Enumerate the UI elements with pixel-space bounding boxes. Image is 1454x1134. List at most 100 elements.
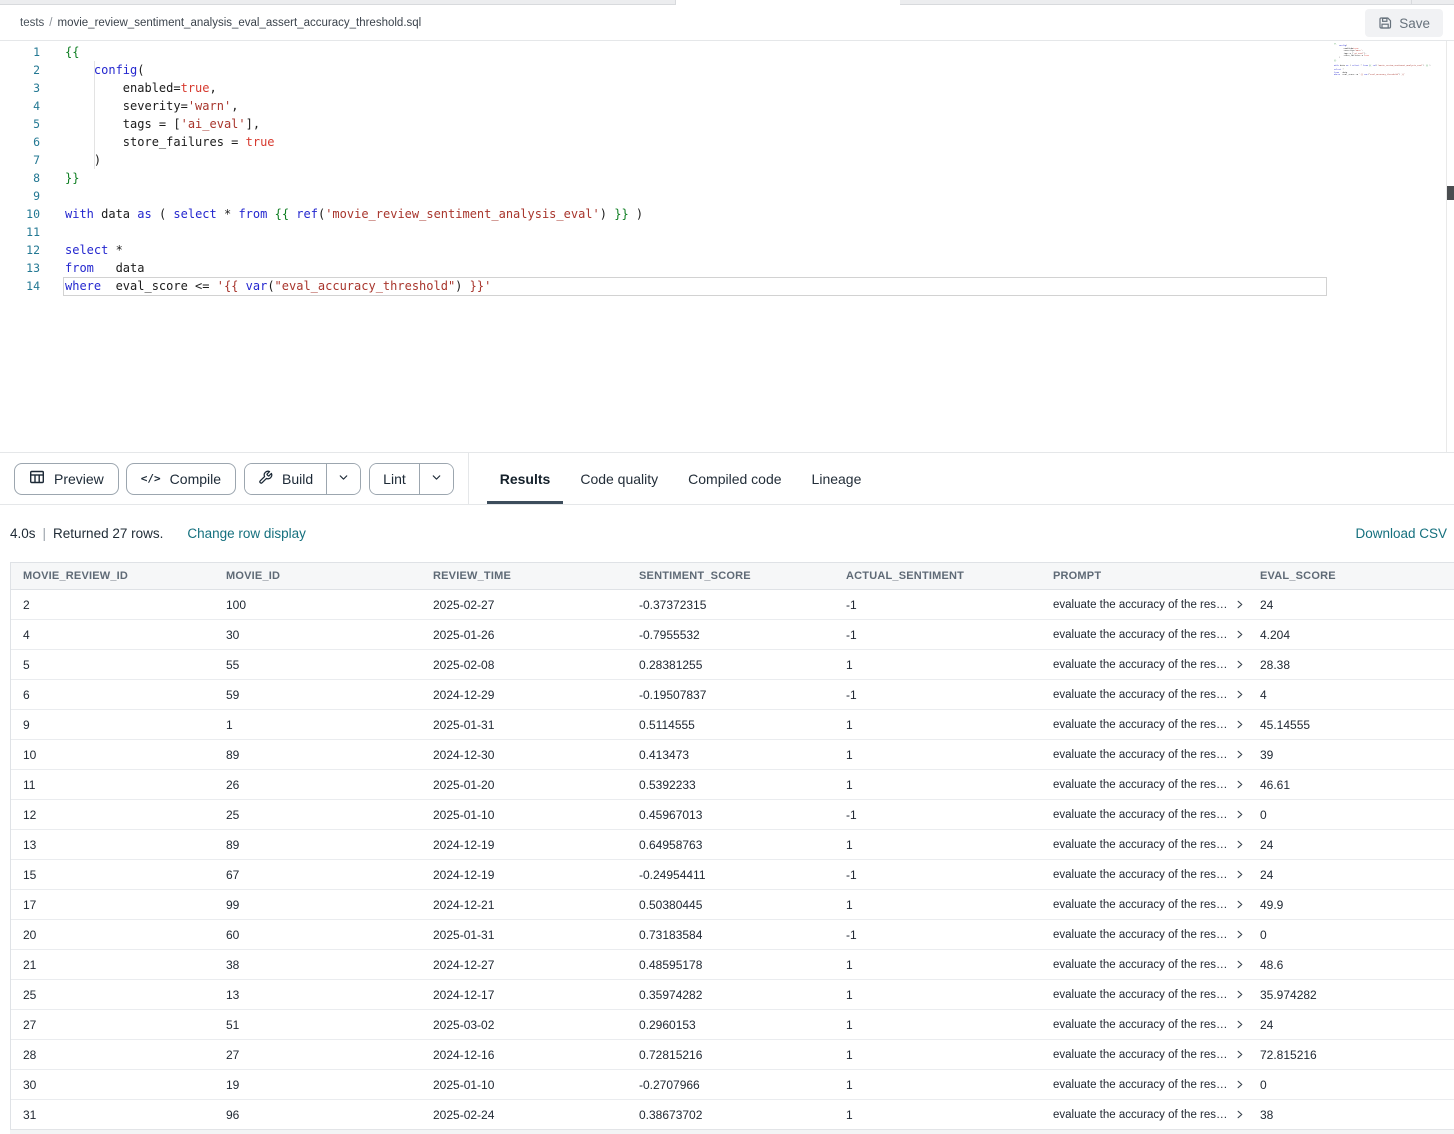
cell-movie-id: 51 [214,1018,421,1032]
change-row-display-link[interactable]: Change row display [187,526,306,541]
prompt-preview-text: evaluate the accuracy of the res… [1053,839,1228,851]
cell-eval-score: 24 [1248,838,1454,852]
code-line[interactable]: 14where eval_score <= '{{ var("eval_accu… [0,277,643,295]
code-editor[interactable]: 1{{2 config(3 enabled=true,4 severity='w… [0,41,1454,452]
prompt-expand-chevron-icon[interactable] [1234,629,1245,640]
prompt-expand-chevron-icon[interactable] [1234,869,1245,880]
table-row: 5 55 2025-02-08 0.28381255 1 evaluate th… [11,650,1454,680]
tab-lineage[interactable]: Lineage [797,453,877,504]
horizontal-scrollbar[interactable] [10,1129,1454,1134]
prompt-preview-text: evaluate the accuracy of the res… [1053,629,1228,641]
cell-movie-review-id: 11 [11,778,214,792]
table-icon [29,469,45,488]
cell-sentiment-score: 0.28381255 [627,658,834,672]
code-line[interactable]: 9 [0,187,643,205]
tab-results[interactable]: Results [485,453,566,504]
cell-review-time: 2025-01-31 [421,928,627,942]
line-number: 2 [0,63,40,77]
compile-button[interactable]: </> Compile [126,463,236,495]
cell-sentiment-score: -0.19507837 [627,688,834,702]
code-line[interactable]: 6 store_failures = true [0,133,643,151]
prompt-expand-chevron-icon[interactable] [1234,1109,1245,1120]
cell-movie-id: 27 [214,1048,421,1062]
code-line[interactable]: 12select * [0,241,643,259]
cell-sentiment-score: 0.5392233 [627,778,834,792]
build-dropdown-button[interactable] [326,464,360,494]
code-lines[interactable]: 1{{2 config(3 enabled=true,4 severity='w… [0,43,643,295]
results-table-header: MOVIE_REVIEW_ID MOVIE_ID REVIEW_TIME SEN… [11,563,1454,590]
prompt-expand-chevron-icon[interactable] [1234,689,1245,700]
prompt-expand-chevron-icon[interactable] [1234,659,1245,670]
prompt-preview-text: evaluate the accuracy of the res… [1053,869,1228,881]
code-line[interactable]: 4 severity='warn', [0,97,643,115]
lint-button[interactable]: Lint [370,464,419,494]
breadcrumb-folder[interactable]: tests [20,17,44,29]
cell-movie-id: 59 [214,688,421,702]
cell-movie-id: 1 [214,718,421,732]
code-line[interactable]: 8}} [0,169,643,187]
tab-code-quality[interactable]: Code quality [565,453,673,504]
save-button-label: Save [1399,16,1430,31]
cell-movie-id: 26 [214,778,421,792]
code-line[interactable]: 11 [0,223,643,241]
floppy-icon [1378,16,1392,30]
cell-prompt: evaluate the accuracy of the res… [1041,1109,1248,1121]
prompt-expand-chevron-icon[interactable] [1234,959,1245,970]
cell-movie-id: 89 [214,748,421,762]
cell-actual-sentiment: 1 [834,658,1041,672]
prompt-expand-chevron-icon[interactable] [1234,779,1245,790]
prompt-expand-chevron-icon[interactable] [1234,899,1245,910]
table-row: 13 89 2024-12-19 0.64958763 1 evaluate t… [11,830,1454,860]
prompt-expand-chevron-icon[interactable] [1234,839,1245,850]
code-line[interactable]: 5 tags = ['ai_eval'], [0,115,643,133]
prompt-expand-chevron-icon[interactable] [1234,749,1245,760]
build-button-label: Build [282,471,313,487]
cell-actual-sentiment: -1 [834,688,1041,702]
prompt-expand-chevron-icon[interactable] [1234,989,1245,1000]
code-line[interactable]: 1{{ [0,43,643,61]
preview-button[interactable]: Preview [14,463,119,495]
table-row: 6 59 2024-12-29 -0.19507837 -1 evaluate … [11,680,1454,710]
code-line[interactable]: 13from data [0,259,643,277]
prompt-preview-text: evaluate the accuracy of the res… [1053,1109,1228,1121]
scrollbar-thumb[interactable] [1447,186,1454,200]
prompt-preview-text: evaluate the accuracy of the res… [1053,959,1228,971]
minimap-content: {{ config( enabled=true, severity='warn'… [1334,43,1442,76]
cell-actual-sentiment: 1 [834,958,1041,972]
cell-movie-id: 13 [214,988,421,1002]
code-line[interactable]: 7 ) [0,151,643,169]
tab-compiled-code[interactable]: Compiled code [673,453,796,504]
save-button[interactable]: Save [1365,9,1443,37]
minimap[interactable]: {{ config( enabled=true, severity='warn'… [1334,43,1442,76]
code-line[interactable]: 2 config( [0,61,643,79]
cell-review-time: 2025-02-27 [421,598,627,612]
chevron-down-icon [430,471,443,487]
column-header-movie-review-id: MOVIE_REVIEW_ID [11,570,214,582]
prompt-preview-text: evaluate the accuracy of the res… [1053,1079,1228,1091]
prompt-expand-chevron-icon[interactable] [1234,1079,1245,1090]
download-csv-link[interactable]: Download CSV [1355,526,1447,541]
cell-actual-sentiment: -1 [834,598,1041,612]
cell-movie-review-id: 5 [11,658,214,672]
cell-actual-sentiment: 1 [834,1018,1041,1032]
prompt-expand-chevron-icon[interactable] [1234,1049,1245,1060]
cell-actual-sentiment: 1 [834,718,1041,732]
prompt-expand-chevron-icon[interactable] [1234,1019,1245,1030]
cell-review-time: 2025-02-24 [421,1108,627,1122]
cell-eval-score: 24 [1248,598,1454,612]
code-line[interactable]: 3 enabled=true, [0,79,643,97]
line-number: 14 [0,279,40,293]
cell-review-time: 2024-12-29 [421,688,627,702]
prompt-expand-chevron-icon[interactable] [1234,809,1245,820]
lint-dropdown-button[interactable] [419,464,453,494]
cell-sentiment-score: 0.35974282 [627,988,834,1002]
prompt-expand-chevron-icon[interactable] [1234,599,1245,610]
prompt-expand-chevron-icon[interactable] [1234,719,1245,730]
cell-prompt: evaluate the accuracy of the res… [1041,869,1248,881]
build-button[interactable]: Build [245,464,326,494]
prompt-expand-chevron-icon[interactable] [1234,929,1245,940]
cell-movie-id: 19 [214,1078,421,1092]
column-header-eval-score: EVAL_SCORE [1248,570,1454,582]
code-line[interactable]: 10with data as ( select * from {{ ref('m… [0,205,643,223]
cell-movie-review-id: 10 [11,748,214,762]
